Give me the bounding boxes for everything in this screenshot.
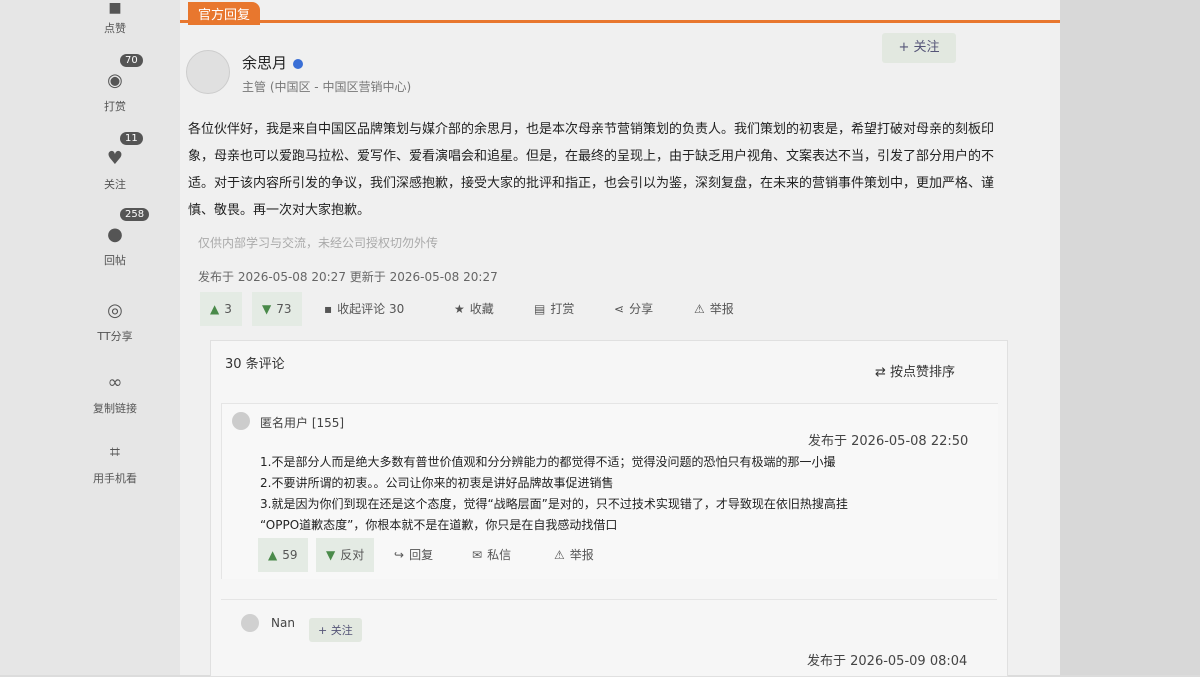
author-name[interactable]: 余思月	[242, 54, 287, 72]
comments-section: 30 条评论 ⇄ 按点赞排序 匿名用户 [155] 发布于 2026-05-08…	[210, 340, 1008, 677]
comment-item: 匿名用户 [155] 发布于 2026-05-08 22:50 1.不是部分人而…	[221, 403, 998, 579]
sidebar-label: 回帖	[104, 254, 126, 267]
sort-label: 按点赞排序	[890, 365, 956, 380]
official-reply-tag: 官方回复	[180, 0, 1060, 25]
post-action-bar: ▲ 3 ▼ 73 ▪ 收起评论 30 ★ 收藏 ▤ 打赏 ⋖ 分享 ⚠ 举报	[200, 292, 900, 326]
comment-line: 1.不是部分人而是绝大多数有普世价值观和分分辨能力的都觉得不适；觉得没问题的恐怕…	[260, 455, 836, 469]
sidebar-item-follow[interactable]: 11 ♥ 关注	[80, 132, 150, 192]
reply-icon: ↪	[394, 548, 405, 562]
comment-line: “OPPO道歉态度”，你根本就不是在道歉，你只是在自我感动找借口	[260, 518, 618, 532]
comment-action-bar: ▲ 59 ▼ 反对 ↪ 回复 ✉ 私信 ⚠ 举报	[258, 538, 678, 572]
like-button[interactable]: ▲ 3	[200, 292, 242, 326]
sidebar-label: 打赏	[104, 100, 126, 113]
official-reply-label: 官方回复	[188, 2, 261, 25]
sidebar-item-mobile[interactable]: ⌗ 用手机看	[80, 440, 150, 486]
sidebar-label: 用手机看	[93, 472, 137, 485]
sort-icon: ⇄	[875, 365, 891, 380]
comment-oppose-button[interactable]: ▼ 反对	[316, 538, 375, 572]
user-avatar-icon	[241, 614, 259, 632]
comment-icon: ●	[107, 224, 123, 245]
disclaimer: 仅供内部学习与交流，未经公司授权切勿外传	[198, 236, 439, 250]
favorite-label: 收藏	[469, 302, 494, 316]
comment-report-label: 举报	[569, 548, 594, 562]
comment-report-button[interactable]: ⚠ 举报	[554, 538, 594, 572]
reply-label: 回复	[409, 548, 434, 562]
count-badge: 11	[120, 132, 143, 145]
comment-box-icon: ▪	[324, 302, 333, 316]
author-role: 主管 (中国区 - 中国区营销中心)	[242, 80, 412, 94]
thumbs-up-icon: ▲	[268, 548, 278, 562]
verified-icon	[293, 58, 304, 69]
count-badge: 258	[120, 208, 150, 221]
post-dates: 发布于 2026-05-08 20:27 更新于 2026-05-08 20:2…	[198, 270, 498, 284]
sidebar-item-like[interactable]: ■ 点赞	[80, 0, 150, 36]
thumbs-up-icon: ▲	[210, 302, 220, 316]
comment-line: 3.就是因为你们到现在还是这个态度，觉得“战略层面”是对的，只不过技术实现错了，…	[260, 497, 848, 511]
thumbs-down-icon: ▼	[262, 302, 272, 316]
post-panel: 官方回复 余思月 主管 (中国区 - 中国区营销中心) + 关注 各位伙伴好，我…	[180, 0, 1060, 677]
private-message-button[interactable]: ✉ 私信	[472, 538, 511, 572]
like-count: 3	[224, 302, 232, 316]
comment-time: 发布于 2026-05-08 22:50	[808, 434, 969, 449]
comment-time: 发布于 2026-05-09 08:04	[807, 654, 968, 669]
oppose-label: 反对	[340, 548, 365, 562]
comment-item: Nan + 关注 发布于 2026-05-09 08:04	[221, 599, 997, 677]
mail-icon: ✉	[472, 548, 483, 562]
comment-like-button[interactable]: ▲ 59	[258, 538, 308, 572]
scan-icon: ⌗	[109, 442, 121, 463]
dislike-button[interactable]: ▼ 73	[252, 292, 302, 326]
author-avatar[interactable]	[186, 50, 230, 94]
star-icon: ★	[454, 302, 465, 316]
left-sidebar: ■ 点赞 70 ◉ 打赏 11 ♥ 关注 258 ● 回帖 ◎ TT分享 ∞ 复…	[0, 0, 180, 675]
follow-button[interactable]: + 关注	[882, 33, 956, 63]
share-icon: ⋖	[614, 302, 625, 316]
comment-reply-button[interactable]: ↪ 回复	[394, 538, 433, 572]
coins-icon: ▤	[534, 302, 546, 316]
collapse-comments-label: 收起评论 30	[337, 302, 405, 316]
share-button[interactable]: ⋖ 分享	[614, 292, 653, 326]
sidebar-label: 复制链接	[93, 402, 137, 415]
sidebar-label: TT分享	[97, 330, 133, 343]
user-avatar-icon	[232, 412, 250, 430]
comment-user[interactable]: Nan	[271, 616, 295, 630]
coins-icon: ◉	[107, 70, 123, 91]
dislike-count: 73	[276, 302, 292, 316]
author-name-row: 余思月	[242, 52, 304, 73]
like-icon: ■	[108, 0, 122, 16]
count-badge: 70	[120, 54, 143, 67]
warning-icon: ⚠	[694, 302, 705, 316]
sidebar-item-tt-share[interactable]: ◎ TT分享	[80, 298, 150, 344]
tip-button[interactable]: ▤ 打赏	[534, 292, 574, 326]
warning-icon: ⚠	[554, 548, 565, 562]
sidebar-label: 关注	[104, 178, 126, 191]
sort-by-likes-button[interactable]: ⇄ 按点赞排序	[875, 361, 955, 380]
comment-count: 30 条评论	[225, 357, 285, 372]
favorite-button[interactable]: ★ 收藏	[454, 292, 494, 326]
collapse-comments-button[interactable]: ▪ 收起评论 30	[324, 292, 404, 326]
thumbs-down-icon: ▼	[326, 548, 336, 562]
share-label: 分享	[629, 302, 654, 316]
sidebar-item-reply[interactable]: 258 ● 回帖	[80, 208, 150, 268]
comment-body: 1.不是部分人而是绝大多数有普世价值观和分分辨能力的都觉得不适；觉得没问题的恐怕…	[260, 452, 990, 536]
comment-line: 2.不要讲所谓的初衷。。公司让你来的初衷是讲好品牌故事促进销售	[260, 476, 614, 490]
sidebar-label: 点赞	[104, 22, 126, 35]
comment-like-count: 59	[282, 548, 298, 562]
report-button[interactable]: ⚠ 举报	[694, 292, 734, 326]
post-body: 各位伙伴好，我是来自中国区品牌策划与媒介部的余思月，也是本次母亲节营销策划的负责…	[188, 122, 995, 218]
follow-user-button[interactable]: + 关注	[309, 618, 362, 642]
comment-user[interactable]: 匿名用户 [155]	[260, 414, 344, 431]
link-icon: ∞	[107, 372, 123, 393]
page-background	[1060, 0, 1200, 675]
report-label: 举报	[709, 302, 734, 316]
heart-icon: ♥	[106, 148, 124, 169]
share-icon: ◎	[107, 300, 123, 321]
sidebar-item-copy-link[interactable]: ∞ 复制链接	[80, 370, 150, 416]
tip-label: 打赏	[550, 302, 575, 316]
message-label: 私信	[487, 548, 512, 562]
sidebar-item-tip[interactable]: 70 ◉ 打赏	[80, 54, 150, 114]
